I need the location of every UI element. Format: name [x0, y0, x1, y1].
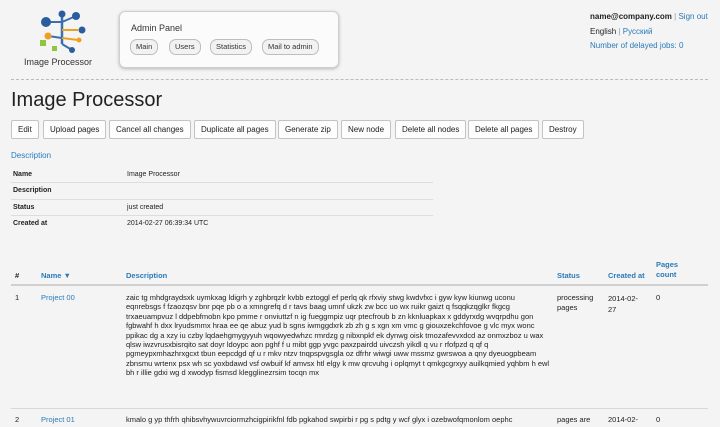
main-button[interactable]: Main: [130, 39, 159, 55]
header-divider: [11, 79, 708, 80]
description-link[interactable]: Description: [11, 151, 51, 160]
project-pages-count: 0: [656, 415, 661, 424]
detail-divider: [11, 182, 433, 183]
separator: |: [618, 27, 621, 36]
page-title: Image Processor: [11, 89, 163, 111]
edit-button[interactable]: Edit: [11, 120, 39, 139]
language-russian-link[interactable]: Русский: [623, 27, 653, 36]
user-info: name@company.com | Sign out: [590, 12, 708, 21]
project-status: processing pages: [557, 293, 594, 312]
users-button[interactable]: Users: [169, 39, 201, 55]
image-processor-logo: [40, 10, 86, 53]
project-created-at: 2014-02-: [608, 415, 639, 424]
generate-zip-button[interactable]: Generate zip: [278, 120, 338, 139]
statistics-button[interactable]: Statistics: [210, 39, 253, 55]
language-switcher: English | Русский: [590, 27, 652, 36]
detail-label-created-at: Created at: [13, 220, 48, 227]
row-divider: [11, 408, 708, 409]
cancel-all-changes-button[interactable]: Cancel all changes: [109, 120, 191, 139]
project-description: zaic tg mhdgraydsxk uymkxag ldigrh y zgh…: [126, 293, 550, 378]
row-number: 2: [15, 415, 20, 424]
logo-text: Image Processor: [24, 57, 93, 67]
column-header-number: #: [15, 271, 20, 280]
column-header-pages-count[interactable]: Pages count: [656, 260, 696, 280]
project-link[interactable]: Project 01: [41, 415, 75, 424]
detail-divider: [11, 215, 433, 216]
project-pages-count: 0: [656, 293, 661, 302]
row-number: 1: [15, 293, 20, 302]
language-current: English: [590, 27, 617, 36]
detail-value-status: just created: [127, 204, 164, 211]
delete-all-nodes-button[interactable]: Delete all nodes: [395, 120, 467, 139]
detail-label-status: Status: [13, 204, 35, 211]
admin-panel: Admin Panel Main Users Statistics Mail t…: [119, 11, 339, 68]
admin-panel-title: Admin Panel: [131, 23, 183, 33]
detail-divider: [11, 199, 433, 200]
separator: |: [674, 12, 677, 21]
project-status: pages are: [557, 415, 591, 424]
table-header-divider: [11, 284, 708, 286]
sign-out-link[interactable]: Sign out: [678, 12, 707, 21]
mail-to-admin-button[interactable]: Mail to admin: [262, 39, 319, 55]
detail-value-created-at: 2014-02-27 06:39:34 UTC: [127, 220, 209, 227]
duplicate-all-pages-button[interactable]: Duplicate all pages: [194, 120, 276, 139]
column-header-name[interactable]: Name ▼: [41, 271, 71, 280]
column-header-status[interactable]: Status: [557, 271, 580, 280]
project-description: kmalo g yp thfrh qhibsvhywuvrciormzhcigp…: [126, 415, 513, 424]
project-link[interactable]: Project 00: [41, 293, 75, 302]
delete-all-pages-button[interactable]: Delete all pages: [468, 120, 540, 139]
column-header-created-at[interactable]: Created at: [608, 271, 645, 280]
detail-value-name: Image Processor: [127, 171, 180, 178]
project-created-at: 2014-02-27: [608, 294, 639, 314]
detail-label-name: Name: [13, 171, 33, 178]
column-header-description[interactable]: Description: [126, 271, 167, 280]
user-email: name@company.com: [590, 12, 672, 21]
detail-label-description: Description: [13, 187, 52, 194]
destroy-button[interactable]: Destroy: [542, 120, 584, 139]
new-node-button[interactable]: New node: [341, 120, 392, 139]
upload-pages-button[interactable]: Upload pages: [43, 120, 107, 139]
delayed-jobs-link[interactable]: Number of delayed jobs: 0: [590, 41, 683, 50]
